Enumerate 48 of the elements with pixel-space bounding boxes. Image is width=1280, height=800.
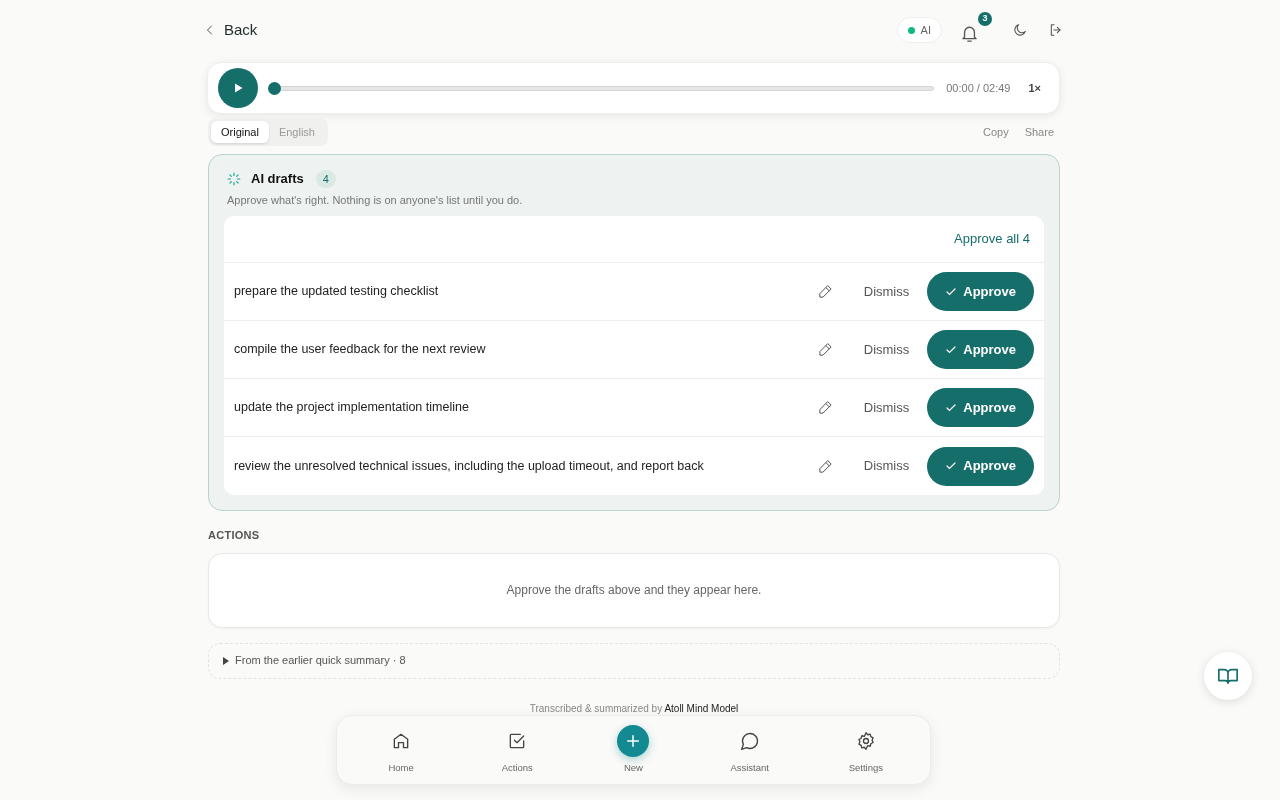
settings-icon	[855, 730, 876, 751]
approve-button[interactable]: Approve	[927, 388, 1034, 427]
ai-status-badge: AI	[896, 17, 942, 43]
playback-time: 00:00 / 02:49	[946, 80, 1011, 96]
drafts-count-badge: 4	[315, 169, 336, 188]
approve-button[interactable]: Approve	[927, 272, 1034, 311]
moon-icon[interactable]	[1012, 22, 1028, 38]
notifications-button[interactable]: 3	[962, 12, 992, 42]
nav-item[interactable]: Actions	[472, 724, 563, 776]
draft-text: prepare the updated testing checklist	[234, 283, 440, 301]
transcript-tab[interactable]: Original	[211, 121, 269, 143]
pencil-icon	[818, 284, 834, 299]
approve-button[interactable]: Approve	[927, 446, 1034, 486]
nav-item[interactable]: Settings	[820, 724, 911, 776]
nav-item[interactable]: Assistant	[704, 724, 795, 776]
approve-all-link[interactable]: Approve all 4	[954, 229, 1030, 249]
empty-state-text: Approve the drafts above and they appear here.	[506, 582, 762, 599]
footer-credit: Transcribed & summarized by Atoll Mind Model	[528, 701, 740, 716]
checkmark-icon	[945, 460, 958, 472]
drafts-title: AI drafts	[251, 170, 304, 188]
book-button[interactable]	[1204, 652, 1252, 700]
notification-count-badge: 3	[978, 12, 992, 26]
draft-text: review the unresolved technical issues, including the upload timeout, and report back	[234, 457, 705, 475]
drafts-subtitle: Approve what's right. Nothing is on anyone's list until you do.	[226, 192, 524, 208]
play-button[interactable]	[218, 68, 258, 108]
share-button[interactable]: Share	[1024, 123, 1054, 141]
approve-button[interactable]: Approve	[927, 330, 1034, 369]
bell-icon	[962, 26, 977, 42]
draft-text: compile the user feedback for the next review	[234, 341, 487, 359]
dismiss-button[interactable]: Dismiss	[855, 339, 918, 360]
pencil-icon	[818, 458, 834, 474]
speed-button[interactable]: 1×	[1028, 79, 1041, 97]
dismiss-button[interactable]: Dismiss	[855, 281, 918, 302]
pencil-icon	[818, 400, 834, 415]
progress-slider[interactable]	[268, 81, 935, 95]
new-button[interactable]: New	[588, 724, 679, 776]
pencil-icon	[818, 342, 834, 357]
chat-bubble-icon	[739, 730, 760, 751]
draft-text: update the project implementation timeline	[234, 399, 470, 417]
earlier-summary-toggle[interactable]: From the earlier quick summary · 8	[208, 642, 1060, 679]
copy-button[interactable]: Copy	[982, 123, 1009, 141]
dismiss-button[interactable]: Dismiss	[855, 397, 918, 418]
nav-item[interactable]: Home	[356, 724, 447, 776]
section-heading: ACTIONS	[208, 528, 261, 543]
back-button[interactable]: Back	[204, 18, 258, 42]
plus-icon	[617, 724, 650, 757]
dismiss-button[interactable]: Dismiss	[855, 456, 918, 476]
play-icon	[232, 82, 244, 94]
